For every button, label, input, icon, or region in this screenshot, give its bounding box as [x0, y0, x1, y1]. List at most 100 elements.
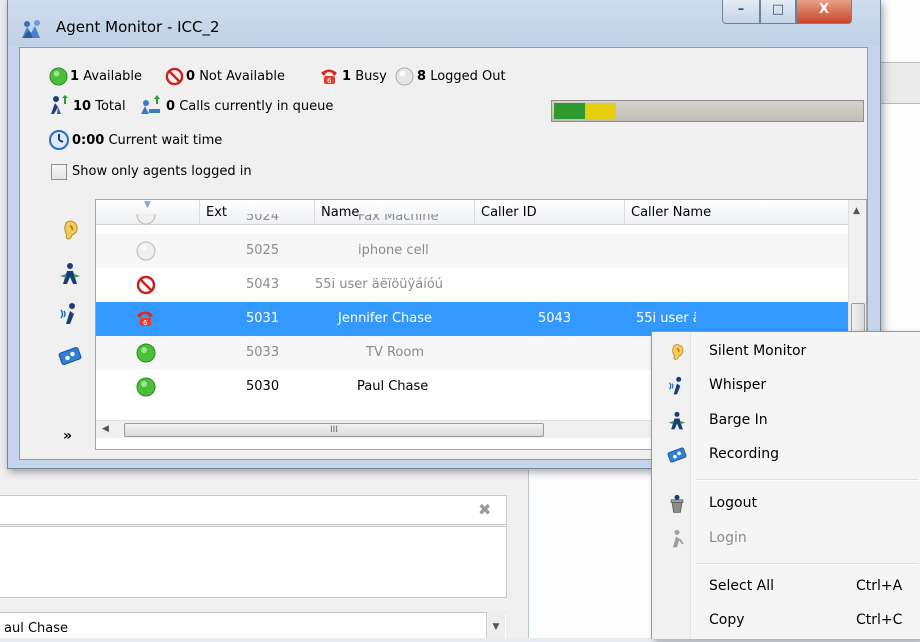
window-title: Agent Monitor - ICC_2 [56, 18, 220, 36]
name-cell: iphone cell [358, 243, 429, 258]
background-search-field[interactable] [0, 495, 507, 525]
clear-icon[interactable]: ✖ [478, 500, 491, 519]
menu-item-label: Barge In [709, 412, 768, 428]
available-label: Available [83, 69, 143, 84]
menu-item-silent-monitor[interactable]: Silent Monitor [655, 337, 920, 367]
menu-item-label: Whisper [709, 377, 767, 393]
name-cell: Jennifer Chase [338, 311, 433, 326]
whisper-icon [668, 376, 682, 395]
recording-icon[interactable] [58, 344, 82, 368]
maximize-button[interactable]: □ [760, 0, 796, 24]
logout-icon [670, 494, 684, 513]
agent-monitor-app-icon [22, 20, 40, 38]
menu-item-recording[interactable]: Recording [655, 440, 920, 470]
table-row[interactable]: 5024 Fax Machine [96, 214, 848, 234]
caller-id-cell: 5043 [538, 311, 572, 326]
ext-cell: 5024 [246, 214, 280, 224]
show-only-logged-in-checkbox[interactable] [51, 164, 67, 180]
wait-time-value: 0:00 [72, 133, 105, 148]
name-cell: 55i user äëïöüÿáíóú [315, 277, 444, 292]
minimize-button[interactable]: – [722, 0, 760, 24]
busy-count: 1 [342, 69, 352, 84]
silent-monitor-icon[interactable] [58, 218, 82, 242]
ext-cell: 5043 [246, 277, 280, 292]
menu-item-barge-in[interactable]: Barge In [655, 406, 920, 436]
not-available-summary: 0 Not Available [186, 69, 285, 84]
vertical-scroll-thumb[interactable] [851, 303, 865, 333]
background-list [0, 526, 507, 598]
barge-in-icon [668, 411, 686, 430]
total-summary: 10 Total [73, 99, 126, 114]
not-available-count: 0 [186, 69, 196, 84]
busy-summary: 1 Busy [342, 69, 387, 84]
svg-text:6: 6 [143, 319, 148, 327]
wait-time-label: Current wait time [108, 133, 223, 148]
queue-label: Calls currently in queue [179, 99, 334, 114]
available-count: 1 [70, 69, 80, 84]
menu-item-shortcut: Ctrl+C [856, 612, 903, 628]
no-entry-icon [136, 275, 156, 295]
queue-count: 0 [166, 99, 176, 114]
background-scroll-down-button[interactable]: ▼ [486, 612, 505, 638]
background-app-toolbar [878, 62, 920, 104]
green-circle-icon [136, 377, 156, 397]
scroll-up-icon[interactable]: ▲ [853, 206, 860, 216]
caller-name-cell: 55i user äëïöüÿáíóú [636, 311, 696, 326]
total-label: Total [95, 99, 126, 114]
name-cell: TV Room [366, 345, 424, 360]
ext-cell: 5030 [246, 379, 280, 394]
ext-cell: 5025 [246, 243, 280, 258]
gray-circle-icon [395, 67, 414, 86]
agent-total-icon [51, 95, 68, 114]
queue-icon [141, 95, 160, 114]
wait-time-summary: 0:00 Current wait time [72, 133, 222, 148]
table-row[interactable]: 5043 55i user äëïöüÿáíóú [96, 268, 848, 302]
svg-text:6: 6 [327, 77, 332, 85]
menu-item-label: Login [709, 530, 747, 546]
red-phone-icon: 6 [137, 311, 153, 327]
green-circle-icon [49, 67, 68, 86]
horizontal-scroll-thumb[interactable]: III [124, 423, 544, 437]
context-menu: Silent Monitor Whisper Barge In Recordin… [651, 331, 920, 639]
close-button[interactable]: X [796, 0, 852, 24]
name-cell: Fax Machine [358, 214, 439, 224]
menu-item-copy[interactable]: Copy Ctrl+C [655, 606, 920, 636]
menu-item-login[interactable]: Login [655, 524, 920, 554]
scroll-left-icon[interactable]: ◀ [102, 424, 109, 434]
name-cell: Paul Chase [357, 379, 429, 394]
logged-out-label: Logged Out [430, 69, 506, 84]
menu-item-label: Copy [709, 612, 745, 628]
available-summary: 1 Available [70, 69, 142, 84]
table-row[interactable]: 5025 iphone cell [96, 234, 848, 268]
ext-cell: 5033 [246, 345, 280, 360]
title-bar[interactable]: Agent Monitor - ICC_2 – □ X [8, 0, 880, 46]
agent-status-bar [551, 100, 864, 122]
green-circle-icon [136, 343, 156, 363]
whisper-icon[interactable] [58, 302, 82, 326]
menu-item-shortcut: Ctrl+A [856, 578, 903, 594]
menu-item-select-all[interactable]: Select All Ctrl+A [655, 572, 920, 602]
menu-item-label: Logout [709, 495, 757, 511]
gray-circle-icon [136, 214, 156, 225]
available-segment [554, 103, 585, 119]
queue-summary: 0 Calls currently in queue [166, 99, 333, 114]
barge-in-icon[interactable] [58, 262, 82, 286]
menu-separator [696, 479, 918, 481]
more-tools-button[interactable]: » [63, 428, 72, 444]
ext-cell: 5031 [246, 311, 280, 326]
menu-item-label: Recording [709, 446, 780, 462]
clock-icon [49, 130, 69, 150]
busy-label: Busy [355, 69, 387, 84]
menu-item-label: Select All [709, 578, 774, 594]
menu-item-label: Silent Monitor [709, 343, 807, 359]
silent-monitor-icon [672, 344, 684, 360]
background-list-row[interactable]: aul Chase [0, 612, 506, 638]
not-available-label: Not Available [199, 69, 285, 84]
background-row-text: aul Chase [4, 621, 69, 636]
total-count: 10 [73, 99, 92, 114]
logged-out-count: 8 [417, 69, 427, 84]
no-entry-icon [165, 67, 184, 86]
menu-item-whisper[interactable]: Whisper [655, 371, 920, 401]
red-phone-icon: 6 [321, 69, 337, 85]
menu-item-logout[interactable]: Logout [655, 489, 920, 519]
